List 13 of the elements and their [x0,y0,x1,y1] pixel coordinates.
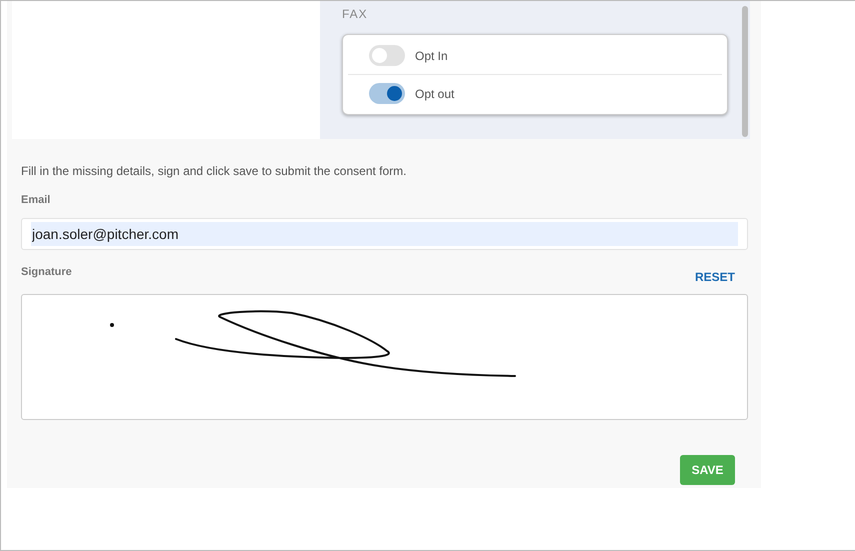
toggle-switch[interactable] [369,45,405,66]
reset-button[interactable]: RESET [694,266,748,284]
option-label: Opt out [415,86,454,100]
signature-pad[interactable] [21,294,748,420]
instructions-text: Fill in the missing details, sign and click save to submit the consent form. [21,164,408,178]
save-button[interactable]: SAVE [680,455,735,485]
field-label: Email [21,194,52,206]
toggle-switch[interactable] [369,83,405,104]
scrollbar[interactable] [742,6,748,137]
email-field[interactable]: joan.soler@pitcher.com [21,218,748,250]
field-label: Signature [21,266,72,278]
option-label: Opt In [415,48,448,62]
section-heading: FAX [342,7,369,21]
